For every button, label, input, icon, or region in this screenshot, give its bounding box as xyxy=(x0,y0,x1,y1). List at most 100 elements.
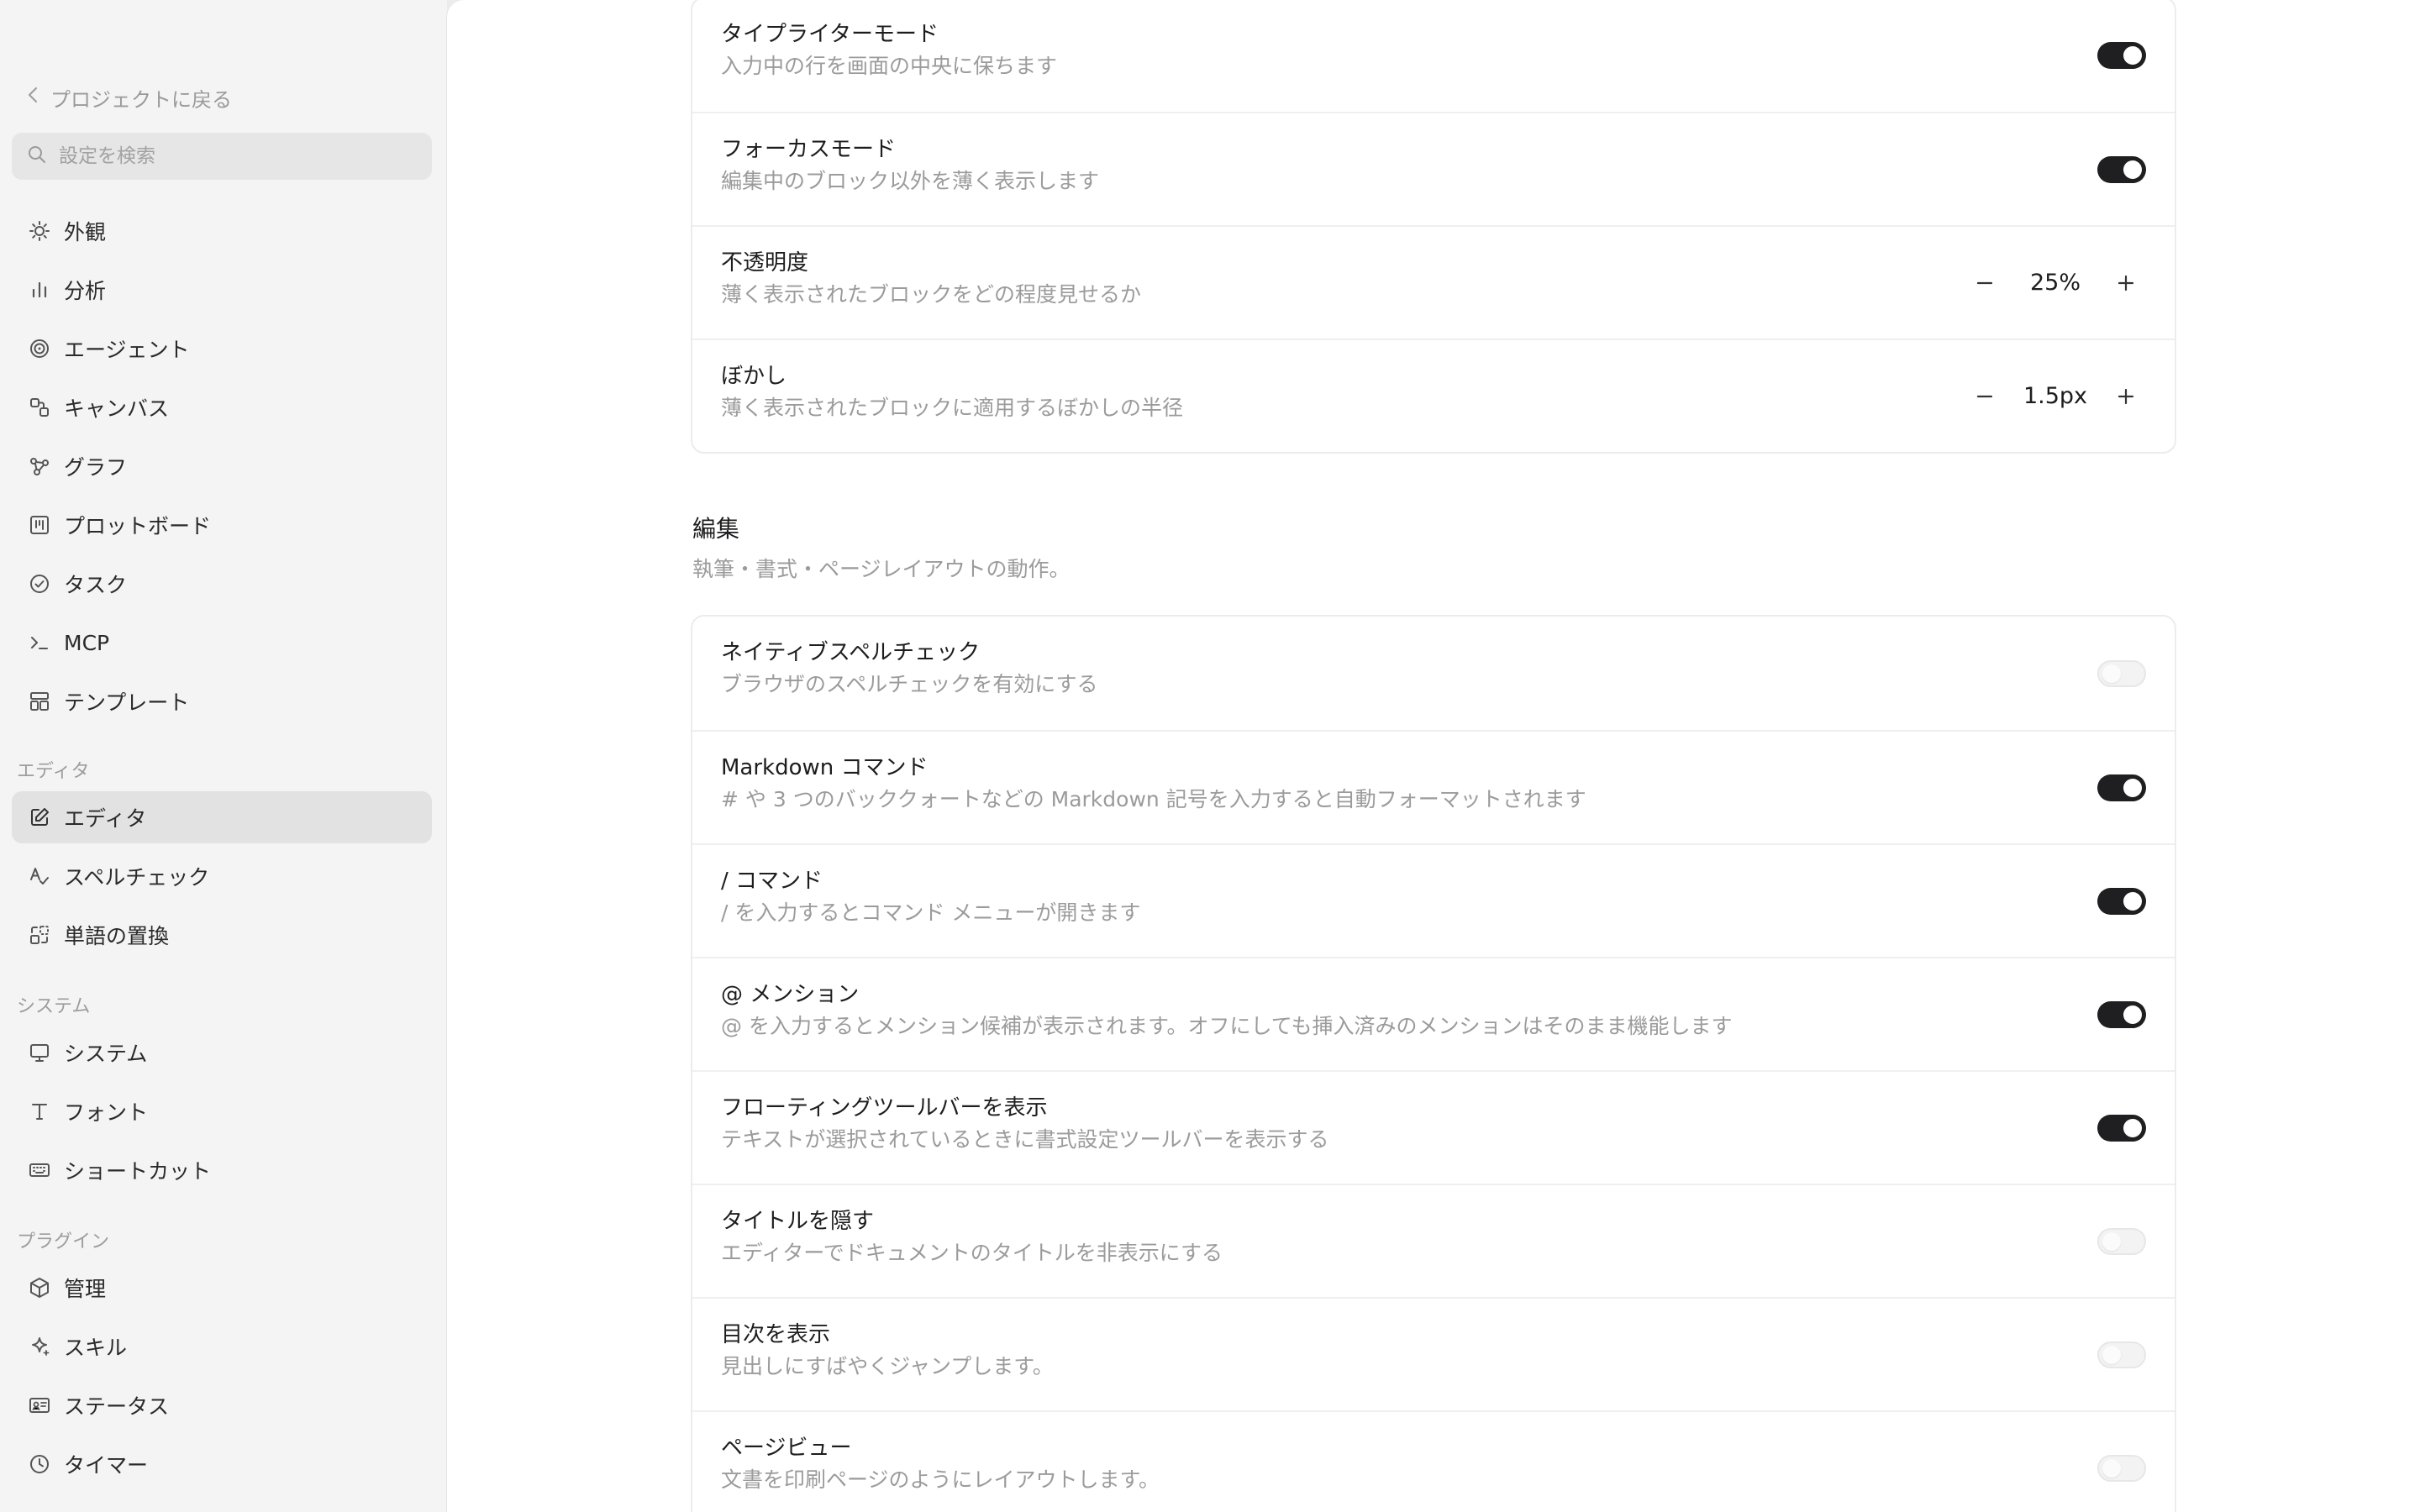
blur-stepper[interactable]: 1.5px xyxy=(1965,376,2146,417)
setting-description: 薄く表示されたブロックに適用するぼかしの半径 xyxy=(721,396,1184,420)
blur-increase-button[interactable] xyxy=(2106,376,2146,417)
chevron-left-icon xyxy=(27,86,39,109)
sidebar-item-graph[interactable]: グラフ xyxy=(12,440,432,492)
settings-sidebar: プロジェクトに戻る 外観 分析 エージェント キャンバス グラフ プロットボード… xyxy=(0,0,447,1512)
setting-description: 入力中の行を画面の中央に保ちます xyxy=(721,54,1058,78)
mentions-toggle[interactable] xyxy=(2097,1000,2146,1028)
keyboard-icon xyxy=(27,1158,52,1183)
monitor-icon xyxy=(27,1040,52,1065)
setting-description: 文書を印刷ページのようにレイアウトします。 xyxy=(721,1467,1160,1492)
back-label: プロジェクトに戻る xyxy=(50,87,232,112)
sidebar-item-label: MCP xyxy=(64,630,110,655)
setting-row-typewriter-mode: タイプライターモード 入力中の行を画面の中央に保ちます xyxy=(692,0,2175,112)
setting-title: タイトルを隠す xyxy=(721,1209,875,1234)
slash-commands-toggle[interactable] xyxy=(2097,887,2146,915)
focus-mode-toggle[interactable] xyxy=(2097,155,2146,183)
sidebar-item-agent[interactable]: エージェント xyxy=(12,323,432,375)
setting-description: ブラウザのスペルチェックを有効にする xyxy=(721,672,1098,696)
typewriter-mode-toggle[interactable] xyxy=(2097,41,2146,69)
setting-row-floating-toolbar: フローティングツールバーを表示 テキストが選択されているときに書式設定ツールバー… xyxy=(692,1070,2175,1184)
board-icon xyxy=(27,512,52,538)
settings-search-input[interactable] xyxy=(57,144,413,168)
sidebar-item-shortcuts[interactable]: ショートカット xyxy=(12,1144,432,1196)
table-of-contents-toggle[interactable] xyxy=(2097,1341,2146,1368)
sidebar-item-system[interactable]: システム xyxy=(12,1026,432,1079)
opacity-stepper[interactable]: 25% xyxy=(1965,263,2146,303)
setting-row-table-of-contents: 目次を表示 見出しにすばやくジャンプします。 xyxy=(692,1297,2175,1410)
setting-title: フォーカスモード xyxy=(721,137,897,162)
page-view-toggle[interactable] xyxy=(2097,1454,2146,1482)
setting-description: # や 3 つのバッククォートなどの Markdown 記号を入力すると自動フォ… xyxy=(721,787,1586,811)
sidebar-item-label: キャンバス xyxy=(64,396,170,421)
section-description-editing: 執筆・書式・ページレイアウトの動作。 xyxy=(692,557,1071,581)
setting-description: / を入力するとコマンド メニューが開きます xyxy=(721,900,1141,925)
sidebar-item-templates[interactable]: テンプレート xyxy=(12,675,432,727)
sidebar-item-tasks[interactable]: タスク xyxy=(12,558,432,610)
setting-row-markdown-commands: Markdown コマンド # や 3 つのバッククォートなどの Markdow… xyxy=(692,730,2175,843)
hide-title-toggle[interactable] xyxy=(2097,1227,2146,1255)
setting-row-hide-title: タイトルを隠す エディターでドキュメントのタイトルを非表示にする xyxy=(692,1184,2175,1297)
sidebar-item-timer[interactable]: タイマー xyxy=(12,1438,432,1490)
sidebar-item-label: 管理 xyxy=(64,1277,107,1301)
plus-icon xyxy=(2118,275,2134,291)
edit-icon xyxy=(27,805,52,830)
font-icon xyxy=(27,1099,52,1124)
sidebar-item-manage[interactable]: 管理 xyxy=(12,1262,432,1314)
sidebar-item-plotboard[interactable]: プロットボード xyxy=(12,499,432,551)
sun-icon xyxy=(27,218,52,244)
canvas-icon xyxy=(27,395,52,420)
sidebar-item-label: システム xyxy=(64,1042,148,1066)
sidebar-item-label: テンプレート xyxy=(64,690,190,715)
sidebar-item-label: エージェント xyxy=(64,338,190,362)
settings-search[interactable] xyxy=(12,133,432,180)
settings-content: タイプライターモード 入力中の行を画面の中央に保ちます フォーカスモード 編集中… xyxy=(447,0,2420,1512)
markdown-commands-toggle[interactable] xyxy=(2097,774,2146,801)
setting-title: タイプライターモード xyxy=(721,22,939,47)
sidebar-item-label: 単語の置換 xyxy=(64,924,170,948)
floating-toolbar-toggle[interactable] xyxy=(2097,1114,2146,1142)
sidebar-item-label: スペルチェック xyxy=(64,865,210,890)
search-icon xyxy=(27,144,47,168)
setting-title: @ メンション xyxy=(721,982,860,1007)
minus-icon xyxy=(1976,395,1993,397)
section-label-system: システム xyxy=(17,996,91,1017)
blur-value: 1.5px xyxy=(2023,383,2088,409)
minus-icon xyxy=(1976,281,1993,284)
sidebar-item-label: ステータス xyxy=(64,1394,170,1419)
template-icon xyxy=(27,689,52,714)
setting-title: ネイティブスペルチェック xyxy=(721,640,981,665)
sidebar-item-skills[interactable]: スキル xyxy=(12,1320,432,1373)
sidebar-item-editor[interactable]: エディタ xyxy=(12,791,432,843)
section-label-plugins: プラグイン xyxy=(17,1231,110,1252)
sidebar-item-canvas[interactable]: キャンバス xyxy=(12,381,432,433)
setting-title: 目次を表示 xyxy=(721,1322,831,1347)
spellcheck-icon xyxy=(27,864,52,889)
blur-decrease-button[interactable] xyxy=(1965,376,2005,417)
id-card-icon xyxy=(27,1393,52,1418)
spiral-icon xyxy=(27,336,52,361)
sidebar-item-mcp[interactable]: MCP xyxy=(12,617,432,669)
sidebar-item-label: 分析 xyxy=(64,279,107,303)
bar-chart-icon xyxy=(27,277,52,302)
setting-title: 不透明度 xyxy=(721,250,809,276)
focus-settings-card: タイプライターモード 入力中の行を画面の中央に保ちます フォーカスモード 編集中… xyxy=(691,0,2176,454)
opacity-decrease-button[interactable] xyxy=(1965,263,2005,303)
setting-row-slash-commands: / コマンド / を入力するとコマンド メニューが開きます xyxy=(692,843,2175,957)
sidebar-item-word-replace[interactable]: 単語の置換 xyxy=(12,909,432,961)
section-label-editor: エディタ xyxy=(17,761,90,782)
native-spellcheck-toggle[interactable] xyxy=(2097,659,2146,687)
sidebar-item-fonts[interactable]: フォント xyxy=(12,1085,432,1137)
sidebar-item-spellcheck[interactable]: スペルチェック xyxy=(12,850,432,902)
sidebar-item-label: 外観 xyxy=(64,220,107,244)
sidebar-item-label: タイマー xyxy=(64,1453,149,1478)
setting-row-opacity: 不透明度 薄く表示されたブロックをどの程度見せるか 25% xyxy=(692,225,2175,339)
sidebar-item-label: エディタ xyxy=(64,806,147,831)
sidebar-item-status[interactable]: ステータス xyxy=(12,1379,432,1431)
back-to-project-link[interactable]: プロジェクトに戻る xyxy=(27,81,232,114)
setting-description: 見出しにすばやくジャンプします。 xyxy=(721,1354,1054,1378)
opacity-increase-button[interactable] xyxy=(2106,263,2146,303)
setting-description: エディターでドキュメントのタイトルを非表示にする xyxy=(721,1241,1223,1265)
sidebar-item-appearance[interactable]: 外観 xyxy=(12,205,432,257)
opacity-value: 25% xyxy=(2029,270,2081,296)
sidebar-item-analytics[interactable]: 分析 xyxy=(12,264,432,316)
